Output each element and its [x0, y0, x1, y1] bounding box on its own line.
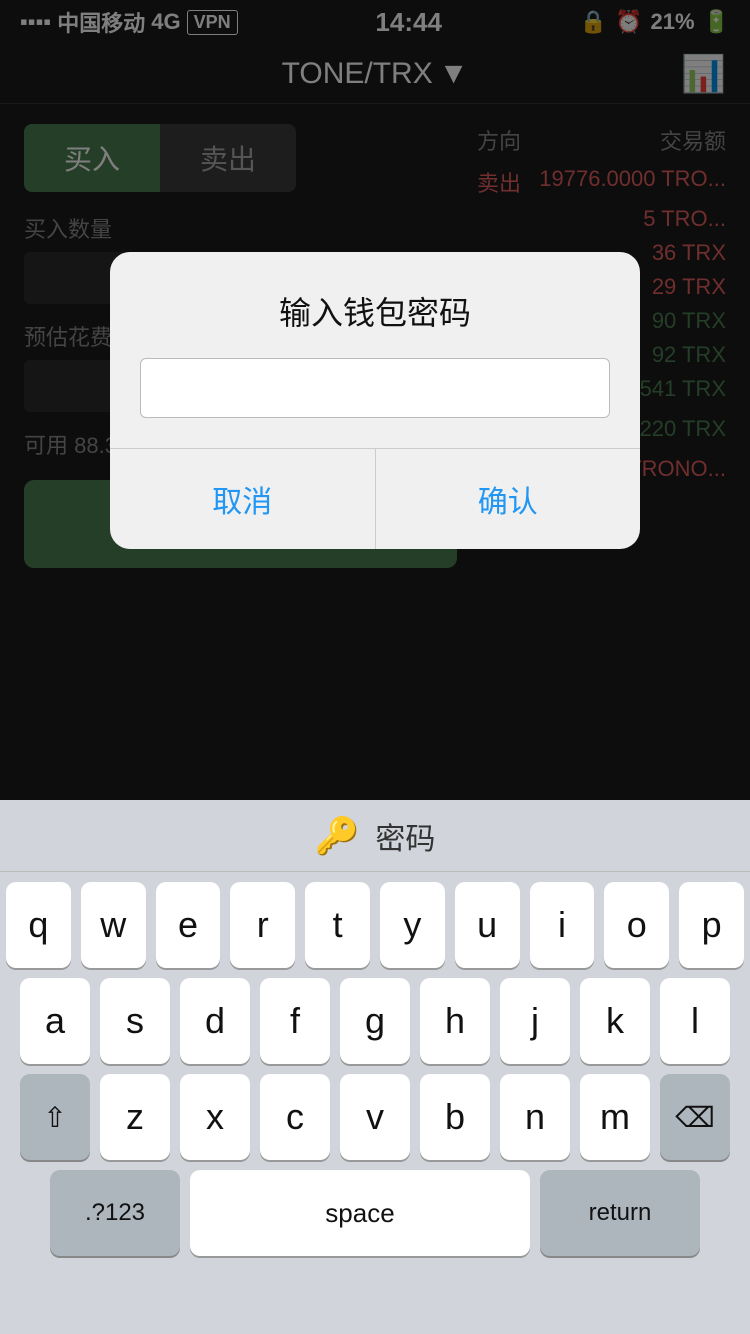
- key-t[interactable]: t: [305, 882, 370, 968]
- key-row-2: a s d f g h j k l: [6, 978, 744, 1064]
- key-z[interactable]: z: [100, 1074, 170, 1160]
- key-c[interactable]: c: [260, 1074, 330, 1160]
- key-a[interactable]: a: [20, 978, 90, 1064]
- key-u[interactable]: u: [455, 882, 520, 968]
- password-bar-label: 密码: [375, 814, 435, 858]
- confirm-button[interactable]: 确认: [376, 449, 641, 549]
- space-key[interactable]: space: [190, 1170, 530, 1256]
- key-l[interactable]: l: [660, 978, 730, 1064]
- key-v[interactable]: v: [340, 1074, 410, 1160]
- cancel-button[interactable]: 取消: [110, 449, 376, 549]
- modal-input-wrap: [110, 358, 640, 448]
- key-y[interactable]: y: [380, 882, 445, 968]
- password-input[interactable]: [140, 358, 610, 418]
- key-g[interactable]: g: [340, 978, 410, 1064]
- wallet-password-modal: 输入钱包密码 取消 确认: [110, 252, 640, 549]
- key-row-1: q w e r t y u i o p: [6, 882, 744, 968]
- keyboard-password-bar: 🔑 密码: [0, 800, 750, 872]
- key-k[interactable]: k: [580, 978, 650, 1064]
- key-j[interactable]: j: [500, 978, 570, 1064]
- key-b[interactable]: b: [420, 1074, 490, 1160]
- key-d[interactable]: d: [180, 978, 250, 1064]
- key-r[interactable]: r: [230, 882, 295, 968]
- key-f[interactable]: f: [260, 978, 330, 1064]
- key-i[interactable]: i: [530, 882, 595, 968]
- keyboard-rows: q w e r t y u i o p a s d f g h j k l ⇧ …: [0, 872, 750, 1272]
- key-row-3: ⇧ z x c v b n m ⌫: [6, 1074, 744, 1160]
- key-x[interactable]: x: [180, 1074, 250, 1160]
- key-q[interactable]: q: [6, 882, 71, 968]
- symbols-key[interactable]: .?123: [50, 1170, 180, 1256]
- keyboard-area: 🔑 密码 q w e r t y u i o p a s d f g h j k…: [0, 800, 750, 1334]
- key-w[interactable]: w: [81, 882, 146, 968]
- key-row-4: .?123 space return: [6, 1170, 744, 1256]
- modal-overlay: 输入钱包密码 取消 确认: [0, 0, 750, 800]
- key-h[interactable]: h: [420, 978, 490, 1064]
- return-key[interactable]: return: [540, 1170, 700, 1256]
- backspace-key[interactable]: ⌫: [660, 1074, 730, 1160]
- shift-key[interactable]: ⇧: [20, 1074, 90, 1160]
- modal-title: 输入钱包密码: [110, 252, 640, 358]
- key-p[interactable]: p: [679, 882, 744, 968]
- key-s[interactable]: s: [100, 978, 170, 1064]
- key-n[interactable]: n: [500, 1074, 570, 1160]
- key-icon: 🔑: [315, 815, 360, 857]
- key-o[interactable]: o: [604, 882, 669, 968]
- key-m[interactable]: m: [580, 1074, 650, 1160]
- modal-actions: 取消 确认: [110, 448, 640, 549]
- key-e[interactable]: e: [156, 882, 221, 968]
